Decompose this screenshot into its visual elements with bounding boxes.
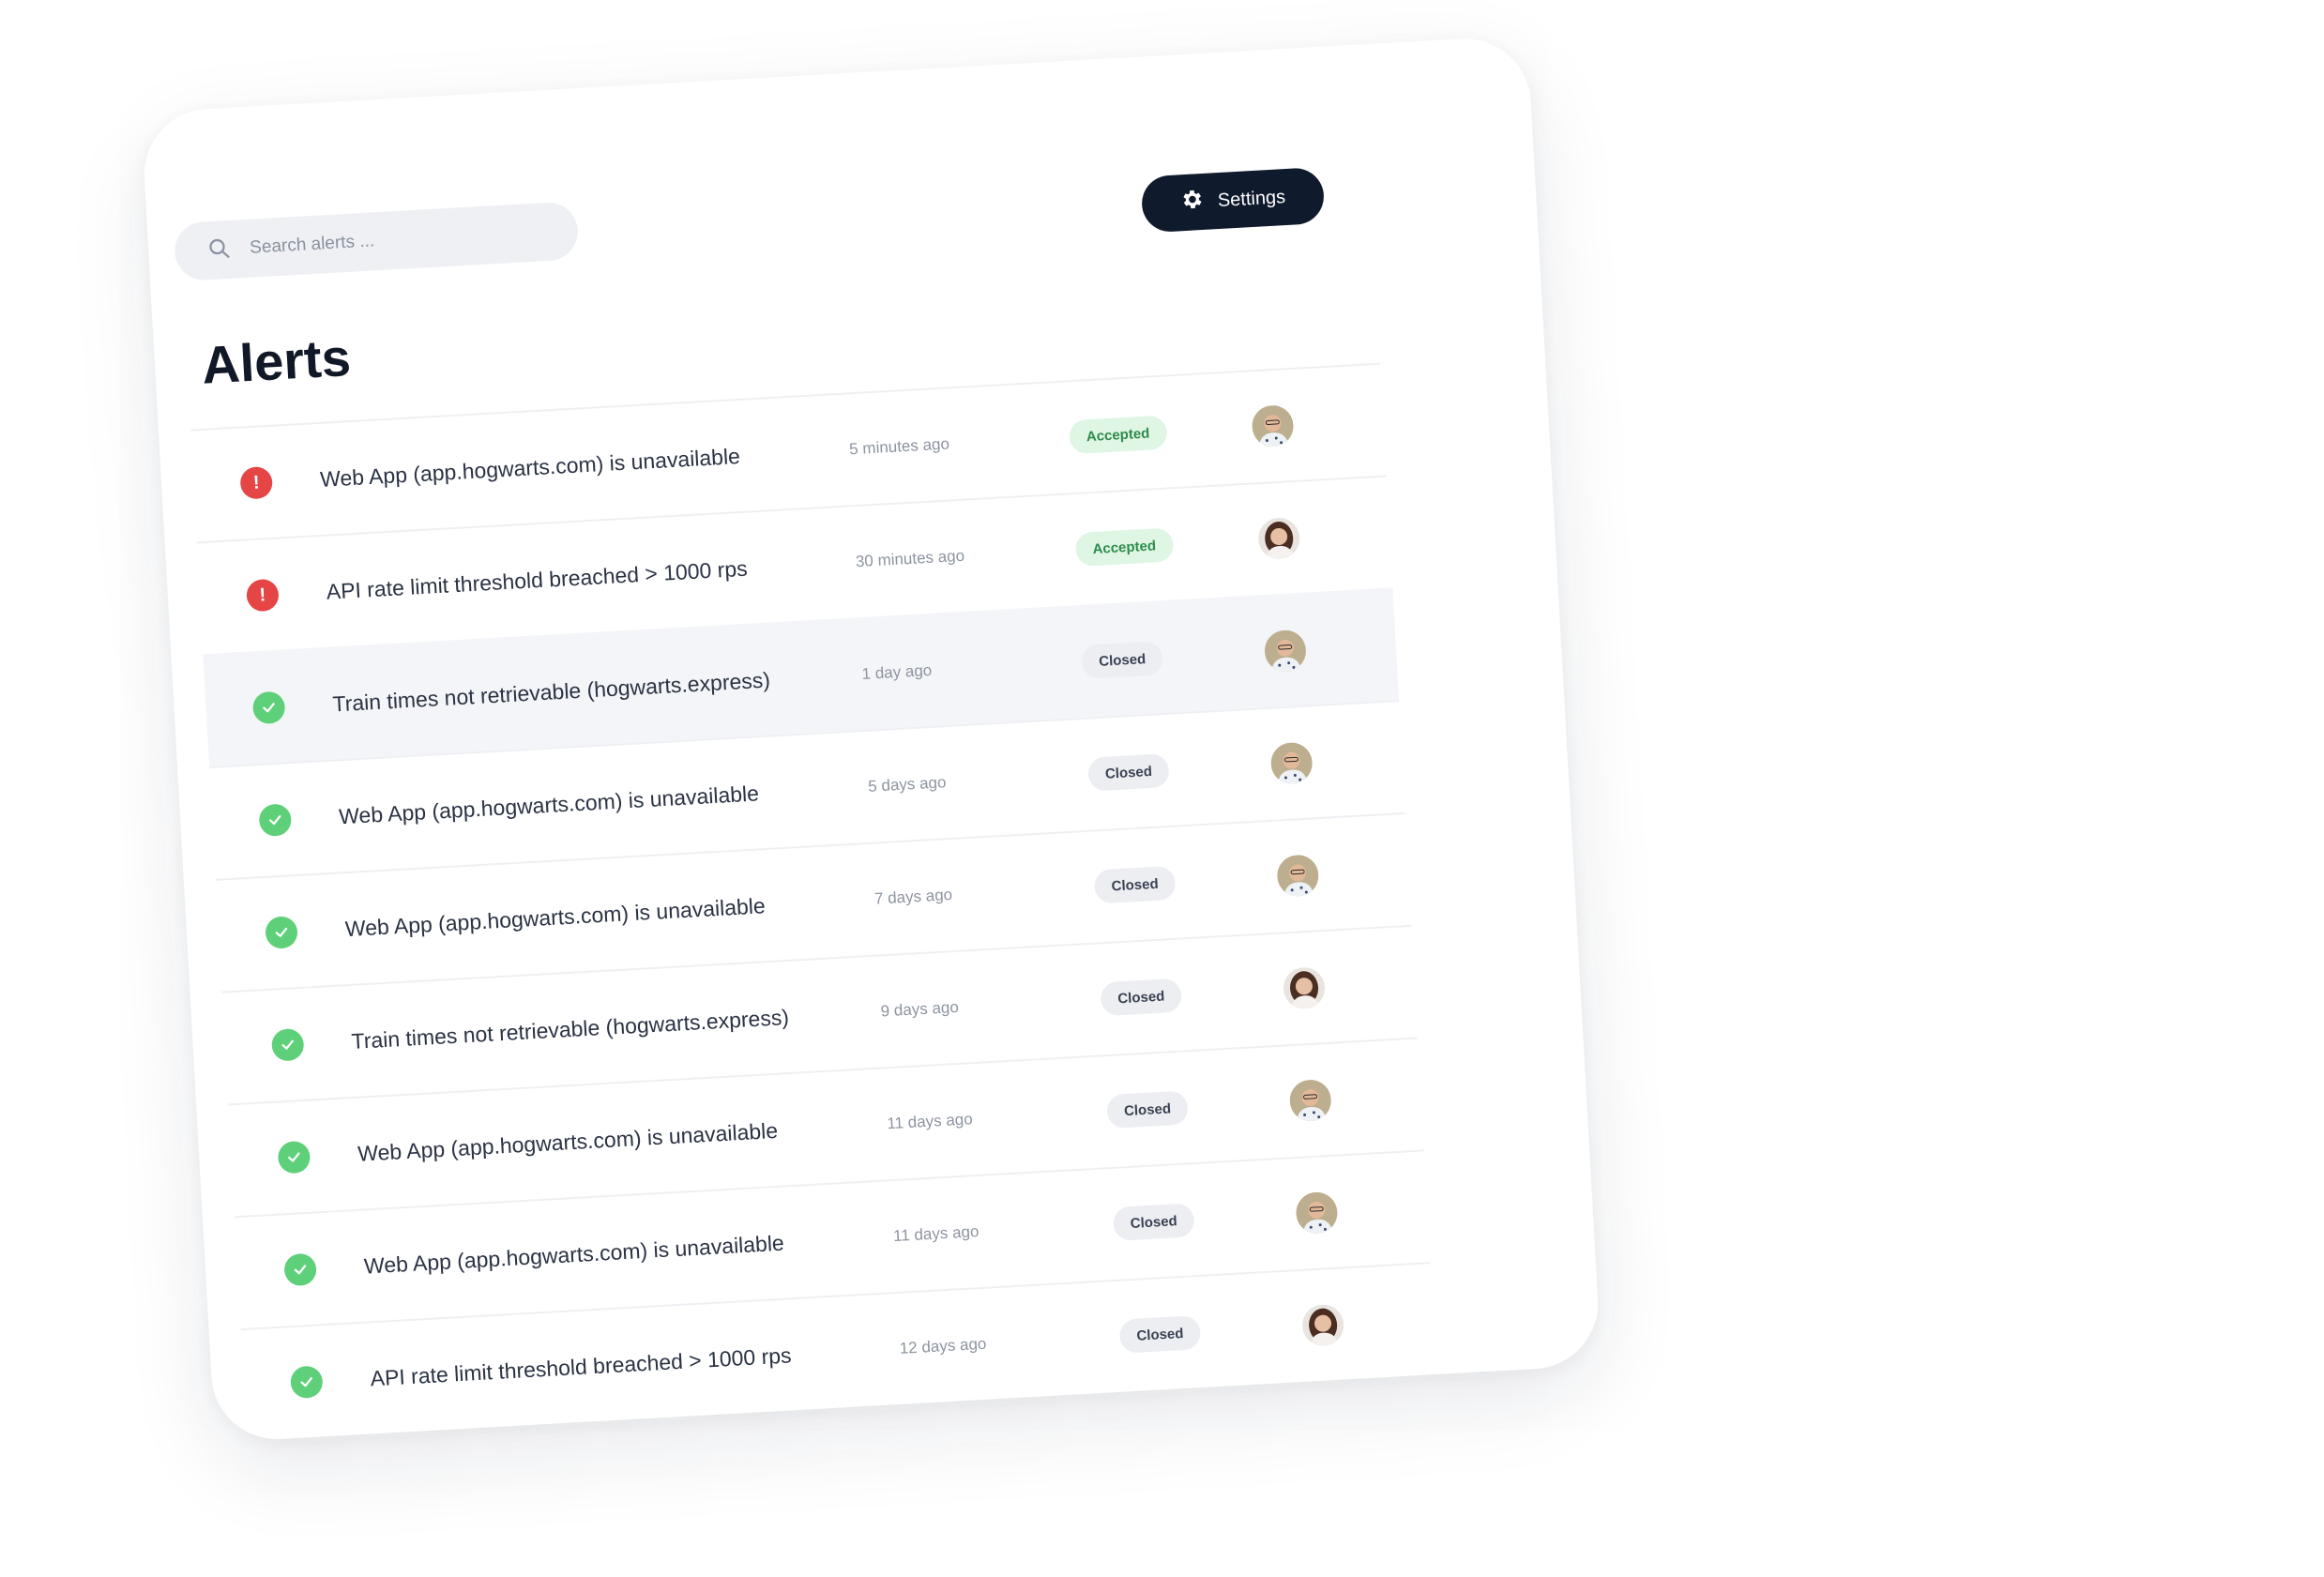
alert-title: API rate limit threshold breached > 1000… (369, 1342, 793, 1390)
assignee-avatar[interactable] (1269, 741, 1314, 785)
assignee-avatar[interactable] (1251, 403, 1295, 448)
schedule-title: Schedule (1680, 274, 1856, 330)
status-badge[interactable]: Closed (1086, 752, 1170, 792)
alert-time: 12 days ago (899, 1334, 987, 1357)
exclamation-icon: ! (246, 578, 280, 613)
alert-title: Train times not retrievable (hogwarts.ex… (350, 1004, 790, 1054)
status-badge[interactable]: Accepted (1068, 415, 1168, 455)
team-member-name: Tara Johnson (1856, 840, 2049, 887)
team-title: Team (1704, 694, 1808, 747)
schedule-person: Nic Coates (1822, 342, 1981, 387)
schedule-item[interactable]: 13 Elliot Robins (1731, 553, 2015, 644)
assignee-avatar[interactable] (1282, 966, 1327, 1010)
schedule-timeline (1766, 598, 1788, 927)
divider (1657, 232, 2098, 260)
online-status-indicator (1952, 182, 1987, 216)
status-badge[interactable]: Closed (1081, 641, 1164, 679)
assignee-avatar[interactable] (1257, 516, 1301, 561)
search-input[interactable] (249, 220, 551, 259)
schedule-day: 12 (1726, 490, 1800, 564)
team-member[interactable]: Tara Johnson (1739, 822, 2050, 914)
profile-avatar[interactable] (1953, 98, 2063, 198)
schedule-day: 11 (1723, 413, 1797, 487)
status-badge[interactable]: Closed (1118, 1315, 1202, 1354)
schedule-day: 10 (1718, 337, 1792, 411)
alert-time: 5 days ago (867, 773, 947, 796)
check-icon (277, 1140, 311, 1175)
alert-time: 5 minutes ago (848, 434, 950, 459)
alert-title: Web App (app.hogwarts.com) is unavailabl… (319, 443, 741, 492)
avatar (1739, 836, 1815, 912)
alert-list: ! Web App (app.hogwarts.com) is unavailab… (190, 362, 1437, 1441)
schedule-person: Elliot Robins (1834, 571, 2014, 618)
settings-button-label: Settings (1217, 186, 1286, 211)
check-icon (289, 1365, 324, 1400)
schedule-person: Nic Coates (1826, 419, 1984, 464)
alert-title: Web App (app.hogwarts.com) is unavailabl… (363, 1230, 785, 1279)
search-bar[interactable] (173, 201, 580, 282)
avatar (1742, 905, 1818, 981)
alerts-card: Settings Alerts ! Web App (app.hogwarts.c… (141, 35, 1602, 1443)
search-icon (205, 235, 232, 265)
check-icon (251, 690, 286, 725)
team-arrow-link[interactable] (2080, 677, 2119, 717)
team-member-name: Nic Coates (1851, 773, 2011, 818)
schedule-item[interactable]: 11 Nic Coates (1723, 401, 1985, 490)
exclamation-icon: ! (239, 465, 274, 500)
alert-time: 30 minutes ago (855, 546, 965, 571)
arrow-right-icon (2086, 684, 2115, 710)
alert-title: Web App (app.hogwarts.com) is unavailabl… (357, 1117, 779, 1166)
assignee-avatar[interactable] (1295, 1190, 1339, 1236)
settings-button[interactable]: Settings (1140, 166, 1326, 234)
check-icon (283, 1252, 318, 1287)
check-icon (258, 803, 293, 838)
alert-time: 7 days ago (873, 886, 953, 908)
schedule-item[interactable]: 10 Nic Coates (1718, 324, 1981, 413)
schedule-item[interactable]: 12 Elliot Robins (1726, 476, 2011, 567)
alert-time: 1 day ago (861, 660, 933, 684)
gear-icon (1179, 187, 1206, 218)
assignee-avatar[interactable] (1288, 1078, 1332, 1123)
status-badge[interactable]: Closed (1112, 1203, 1195, 1241)
alert-title: Web App (app.hogwarts.com) is unavailabl… (344, 892, 767, 941)
team-list: Nic Coates Tara Johnson Elliot Robins (1647, 31, 2171, 981)
schedule-arrow-link[interactable] (2057, 261, 2096, 300)
divider (1679, 644, 2121, 673)
team-member[interactable]: Nic Coates (1735, 754, 2011, 844)
check-icon (265, 916, 298, 949)
alert-time: 9 days ago (880, 997, 960, 1021)
arrow-right-icon (2062, 267, 2091, 294)
alert-time: 11 days ago (886, 1110, 974, 1133)
assignee-avatar[interactable] (1276, 854, 1320, 898)
schedule-person: Elliot Robins (1830, 494, 2011, 541)
user-name: Nic Coates (1652, 159, 1904, 230)
status-badge[interactable]: Accepted (1074, 527, 1174, 568)
welcome-text: Welcome back (1785, 136, 1891, 160)
status-badge[interactable]: Closed (1100, 978, 1183, 1017)
status-badge[interactable]: Closed (1106, 1090, 1189, 1130)
status-badge[interactable]: Closed (1093, 865, 1177, 904)
team-member[interactable]: Elliot Robins (1742, 891, 2040, 982)
schedule-day: 13 (1731, 567, 1805, 641)
check-icon (270, 1027, 305, 1062)
assignee-avatar[interactable] (1263, 629, 1308, 673)
page-title: Alerts (200, 326, 353, 395)
alert-time: 11 days ago (892, 1222, 980, 1246)
avatar (1735, 766, 1811, 842)
team-member-name: Elliot Robins (1860, 910, 2039, 957)
alert-title: API rate limit threshold breached > 1000… (326, 555, 749, 604)
alert-title: Web App (app.hogwarts.com) is unavailabl… (338, 780, 760, 828)
assignee-avatar[interactable] (1300, 1303, 1345, 1347)
schedule-list: 10 Nic Coates 11 Nic Coates 12 Elliot Robins 1… (1647, 31, 2171, 641)
alert-title: Train times not retrievable (hogwarts.ex… (331, 667, 771, 717)
